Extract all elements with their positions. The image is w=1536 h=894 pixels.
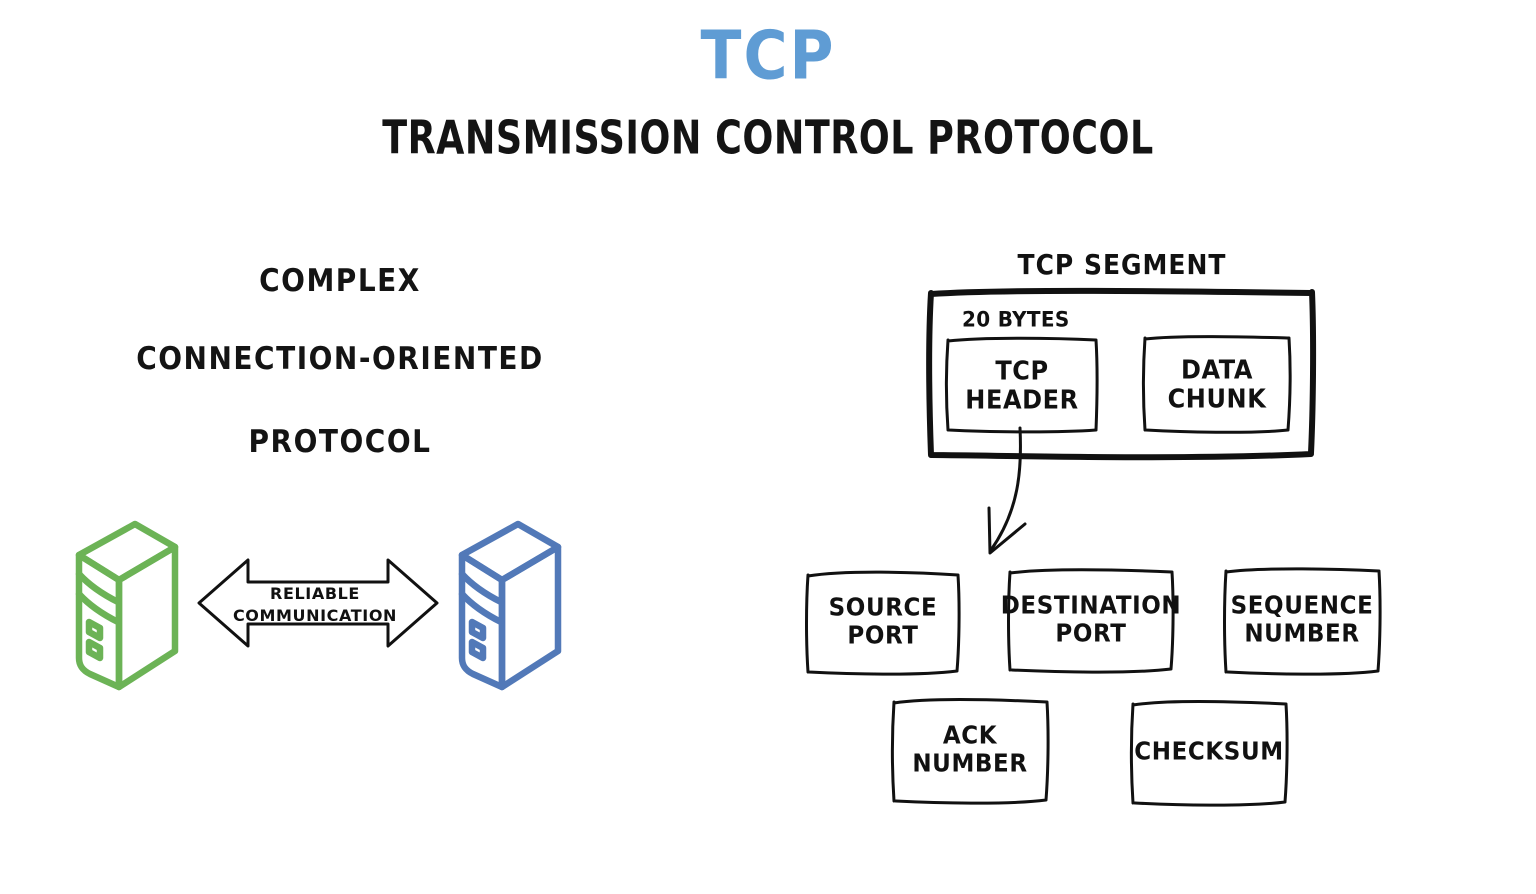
arrow-label-line-1: RELIABLE <box>270 584 360 603</box>
description-line-3: PROTOCOL <box>248 422 432 460</box>
page-title: TCP <box>700 16 836 96</box>
bytes-label: 20 BYTES <box>962 305 1070 332</box>
page-subtitle: TRANSMISSION CONTROL PROTOCOL <box>382 110 1154 165</box>
arrow-label: RELIABLE COMMUNICATION <box>205 583 425 626</box>
segment-title: TCP SEGMENT <box>1017 248 1227 281</box>
header-field-boxes <box>800 562 1400 822</box>
description-line-2: CONNECTION-ORIENTED <box>136 339 544 377</box>
diagram-canvas: TCP TRANSMISSION CONTROL PROTOCOL COMPLE… <box>0 0 1536 894</box>
description-line-1: COMPLEX <box>259 261 421 299</box>
server-icon-left <box>62 518 192 693</box>
arrow-label-line-2: COMMUNICATION <box>232 605 398 625</box>
server-icon-right <box>445 518 575 693</box>
